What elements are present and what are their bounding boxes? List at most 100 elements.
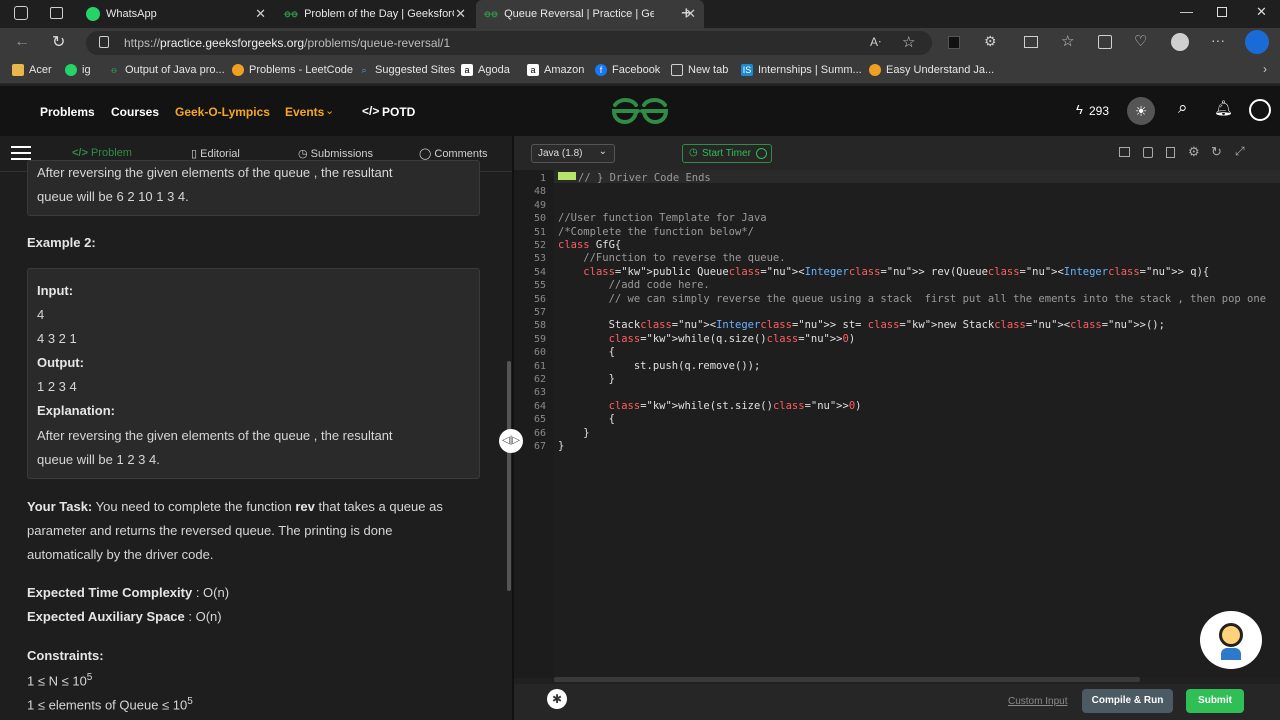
collections-icon[interactable] [1098, 35, 1112, 49]
refresh-icon[interactable]: ↻ [1211, 144, 1222, 160]
horizontal-scrollbar[interactable] [554, 677, 1140, 682]
copilot-icon[interactable] [1245, 30, 1269, 54]
close-icon[interactable]: ✕ [455, 6, 466, 22]
tab-label: Editorial [200, 148, 240, 160]
bookmark-internships[interactable]: IS Internships | Summ... [741, 64, 862, 76]
nav-geek-o-lympics[interactable]: Geek-O-Lympics [175, 105, 270, 119]
bell-icon[interactable]: 🔔︎ [1214, 99, 1233, 117]
hamburger-menu-icon[interactable] [11, 146, 31, 160]
bookmark-output-java[interactable]: ꝋ Output of Java pro... [108, 64, 225, 76]
constraint-1: 1 ≤ N ≤ 105 [27, 672, 92, 688]
tab-queue-reversal[interactable]: ꝋꝋ Queue Reversal | Practice | Geek ✕ [476, 0, 704, 28]
bookmark-easy-java[interactable]: Easy Understand Ja... [869, 64, 994, 76]
browser-essentials-icon[interactable]: ♡ [1134, 32, 1147, 50]
split-screen-icon[interactable] [1024, 36, 1038, 48]
nav-potd[interactable]: POTD [382, 105, 415, 119]
bookmark-amazon[interactable]: a Amazon [527, 64, 584, 76]
new-tab-icon[interactable]: + [681, 3, 692, 24]
tab-actions-icon[interactable] [50, 7, 63, 19]
bookmark-suggested[interactable]: ⌕ Suggested Sites [358, 64, 455, 76]
tab-problem[interactable]: </> Problem [72, 147, 132, 159]
fold-marker [558, 172, 576, 180]
bookmarks-bar: Acer ig ꝋ Output of Java pro... Problems … [0, 58, 1280, 84]
search-icon[interactable]: ⌕ [1178, 98, 1188, 118]
left-scrollbar-thumb[interactable] [507, 361, 511, 591]
user-avatar[interactable] [1249, 99, 1271, 121]
tab-editorial[interactable]: ▯ Editorial [191, 147, 240, 160]
line-number: 63 [533, 387, 546, 399]
nav-courses[interactable]: Courses [111, 105, 159, 119]
compile-run-button[interactable]: Compile & Run [1082, 689, 1173, 713]
amazon-icon: a [527, 64, 539, 76]
fullscreen-icon[interactable]: ⤢ [1235, 144, 1245, 159]
code-line: st.push(q.remove()); [558, 359, 761, 372]
bookmark-facebook[interactable]: f Facebook [595, 64, 660, 76]
code-line: { [558, 346, 615, 359]
panel-resize-handle[interactable]: ◁|▷ [499, 429, 523, 453]
theme-toggle-button[interactable]: ☀ [1127, 97, 1155, 125]
read-aloud-icon[interactable]: Aᐧ [870, 35, 881, 49]
maximize-icon[interactable] [1217, 7, 1227, 17]
bolt-icon: ϟ [1076, 102, 1083, 117]
close-icon[interactable]: ✕ [255, 6, 266, 22]
window-close-icon[interactable]: ✕ [1256, 4, 1267, 20]
custom-input-link[interactable]: Custom Input [1008, 696, 1067, 707]
url-field[interactable]: https://practice.geeksforgeeks.org/probl… [86, 31, 932, 55]
settings-gear-icon[interactable]: ⚙ [1188, 144, 1200, 160]
nav-problems[interactable]: Problems [40, 105, 95, 119]
lock-icon[interactable] [99, 36, 109, 48]
tab-submissions[interactable]: ◷ Submissions [298, 147, 373, 160]
language-select[interactable]: Java (1.8) ⌄ [531, 144, 615, 163]
support-chat-avatar[interactable] [1200, 611, 1262, 669]
browser-tab-bar: WhatsApp ✕ ꝋꝋ Problem of the Day | Geeks… [0, 0, 1280, 28]
extension-icon[interactable] [948, 36, 960, 49]
favorites-icon[interactable]: ☆ [1061, 32, 1074, 50]
code-line: Stackclass="nu"><Integerclass="nu">> st=… [558, 319, 1165, 332]
workspaces-icon[interactable] [14, 6, 28, 20]
facebook-icon: f [595, 64, 607, 76]
copy-icon[interactable] [1143, 147, 1153, 158]
clock-icon: ◷ [689, 147, 698, 158]
import-icon[interactable] [1166, 147, 1175, 158]
tab-comments[interactable]: ◯ Comments [419, 147, 488, 160]
back-icon[interactable]: ← [14, 33, 30, 51]
minimize-icon[interactable]: — [1180, 4, 1193, 19]
start-timer-button[interactable]: ◷ Start Timer [682, 144, 772, 163]
line-number: 57 [533, 307, 546, 318]
tab-problem-of-the-day[interactable]: ꝋꝋ Problem of the Day | GeeksforGe ✕ [276, 0, 474, 28]
tab-whatsapp[interactable]: WhatsApp ✕ [78, 0, 274, 28]
line-number: 65 [533, 414, 546, 426]
bookmark-label: Internships | Summ... [758, 64, 862, 76]
refresh-icon[interactable]: ↻ [52, 32, 65, 52]
bookmark-leetcode[interactable]: Problems - LeetCode [232, 64, 353, 76]
profile-avatar[interactable] [1171, 33, 1189, 51]
problem-panel: </> Problem ▯ Editorial ◷ Submissions ◯ … [0, 136, 512, 720]
bookmark-new-tab[interactable]: New tab [671, 64, 728, 76]
time-label: Expected Time Complexity [27, 585, 193, 600]
reset-code-icon[interactable] [1119, 147, 1130, 157]
time-value: : O(n) [192, 585, 230, 600]
code-editor[interactable]: // } Driver Code Ends //User function Tem… [554, 170, 1280, 678]
nav-events[interactable]: Events [285, 105, 324, 119]
code-line: //add code here. [558, 279, 710, 292]
bookmarks-overflow-icon[interactable]: › [1263, 62, 1267, 76]
gfg-logo[interactable] [610, 96, 670, 126]
bookmark-ig[interactable]: ig [65, 64, 91, 76]
line-number: 61 [533, 360, 546, 372]
tab-label: Problem of the Day | GeeksforGe [304, 8, 455, 20]
comment-icon: ◯ [419, 148, 435, 160]
code-line: class="kw">while(st.size()class="nu">>0) [608, 399, 862, 412]
more-menu-icon[interactable]: ··· [1211, 32, 1225, 48]
line-number: 50 [533, 213, 546, 225]
code-line: class="kw">while(q.size()class="nu">>0) [608, 332, 856, 345]
bookmark-acer[interactable]: Acer [12, 64, 52, 76]
extensions-puzzle-icon[interactable]: ⚙ [984, 33, 997, 50]
hint-bulb-icon[interactable]: ✱ [547, 689, 567, 709]
input-n: 4 [37, 307, 45, 322]
bookmark-agoda[interactable]: a Agoda [461, 64, 510, 76]
favorite-star-icon[interactable]: ☆ [902, 33, 915, 51]
output-values: 1 2 3 4 [37, 379, 77, 394]
constraint-text: 1 ≤ elements of Queue ≤ 10 [27, 697, 188, 713]
submit-button[interactable]: Submit [1186, 689, 1244, 713]
example2-title: Example 2: [27, 235, 96, 250]
